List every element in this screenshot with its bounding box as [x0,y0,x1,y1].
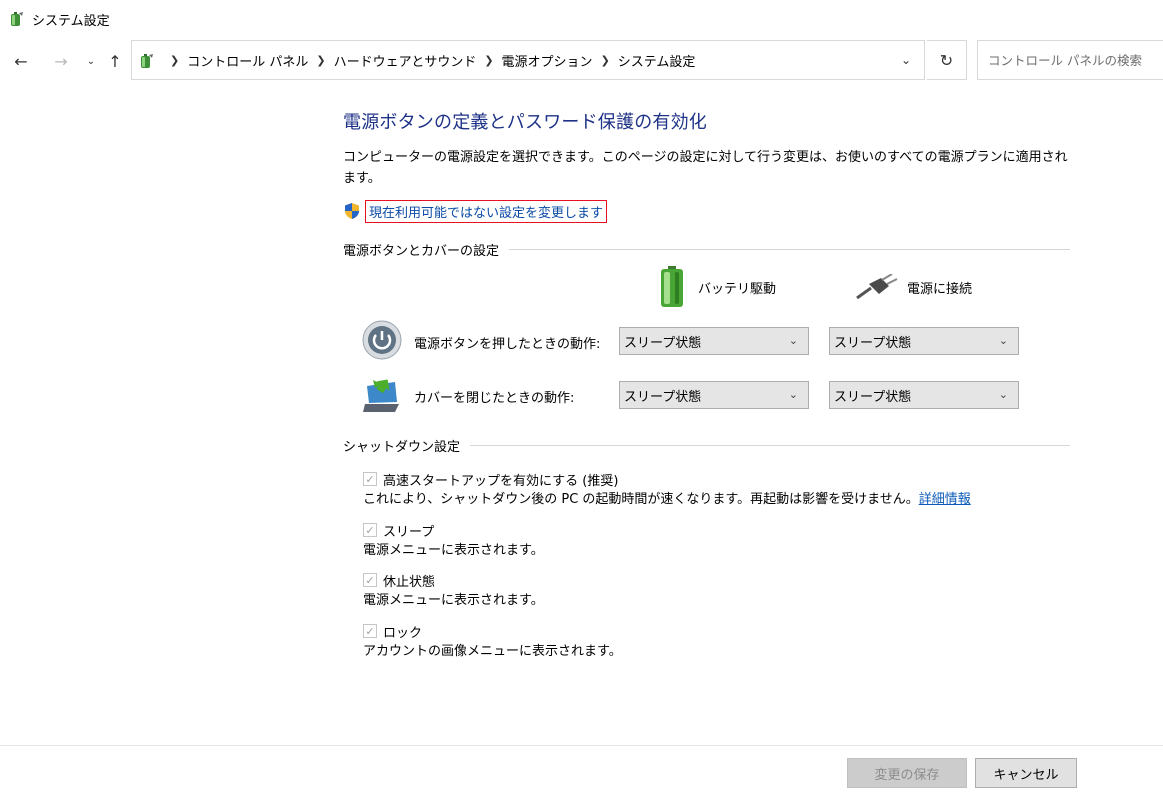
checkmark-icon: ✓ [365,472,375,486]
title-bar: システム設定 [0,0,1163,38]
checkmark-icon: ✓ [365,573,375,587]
battery-icon [661,266,683,307]
lid-close-action-label: カバーを閉じたときの動作: [414,391,575,406]
chevron-right-icon[interactable]: ❯ [601,54,610,67]
lock-option: ✓ ロック アカウントの画像メニューに表示されます。 [363,621,622,663]
select-value: スリープ状態 [624,389,702,405]
laptop-lid-icon [363,379,399,412]
hibernate-option: ✓ 休止状態 電源メニューに表示されます。 [363,570,544,612]
divider [509,249,1070,250]
select-value: スリープ状態 [624,335,702,351]
chevron-down-icon: ⌄ [998,388,1008,401]
sleep-option: ✓ スリープ 電源メニューに表示されます。 [363,520,544,562]
recent-locations-button[interactable]: ⌄ [80,50,102,72]
chevron-down-icon: ⌄ [86,55,96,67]
power-button-action-label: 電源ボタンを押したときの動作: [414,337,601,352]
fast-startup-option: ✓ 高速スタートアップを有効にする (推奨) これにより、シャットダウン後の P… [363,469,971,511]
power-options-icon [11,12,23,26]
breadcrumb-item[interactable]: ハードウェアとサウンド [334,51,477,70]
sleep-checkbox[interactable]: ✓ [363,523,377,537]
sleep-description: 電源メニューに表示されます。 [363,543,544,558]
power-lid-section-header: 電源ボタンとカバーの設定 [343,240,1070,259]
refresh-button[interactable]: ↻ [927,40,967,80]
battery-column-header: バッテリ駆動 [658,266,776,308]
description-text: これにより、シャットダウン後の PC の起動時間が速くなります。再起動は影響を受… [363,492,919,507]
uac-shield-icon [345,203,359,219]
sleep-label: スリープ [383,524,435,540]
fast-startup-checkbox[interactable]: ✓ [363,472,377,486]
chevron-right-icon[interactable]: ❯ [170,54,179,67]
fast-startup-description: これにより、シャットダウン後の PC の起動時間が速くなります。再起動は影響を受… [363,489,971,511]
chevron-down-icon: ⌄ [900,53,912,67]
power-button-battery-select[interactable]: スリープ状態 ⌄ [619,327,809,355]
plugged-column-label: 電源に接続 [907,281,973,297]
change-unavailable-settings-link[interactable]: 現在利用可能ではない設定を変更します [365,199,608,223]
window-title: システム設定 [32,14,110,29]
select-value: スリープ状態 [834,335,912,351]
breadcrumb-item[interactable]: 電源オプション [502,51,593,70]
power-options-icon [141,54,153,68]
main-content: 電源ボタンの定義とパスワード保護の有効化 コンピューターの電源設定を選択できます… [343,108,1073,659]
save-changes-button[interactable]: 変更の保存 [847,758,967,788]
chevron-right-icon[interactable]: ❯ [316,54,325,67]
hibernate-description: 電源メニューに表示されます。 [363,593,544,608]
fast-startup-label: 高速スタートアップを有効にする (推奨) [383,473,619,489]
chevron-down-icon: ⌄ [788,334,798,347]
up-button[interactable]: ↑ [104,50,126,72]
up-arrow-icon: ↑ [108,51,122,71]
breadcrumb-item[interactable]: システム設定 [618,51,696,70]
chevron-down-icon: ⌄ [788,388,798,401]
section-title: 電源ボタンとカバーの設定 [343,244,500,259]
hibernate-checkbox[interactable]: ✓ [363,573,377,587]
page-description: コンピューターの電源設定を選択できます。このページの設定に対して行う変更は、お使… [343,150,1068,186]
change-settings-row: 現在利用可能ではない設定を変更します [343,199,608,223]
page-title: 電源ボタンの定義とパスワード保護の有効化 [343,112,707,133]
lock-label: ロック [383,625,423,641]
breadcrumb: ❯ コントロール パネル ❯ ハードウェアとサウンド ❯ 電源オプション ❯ シ… [162,41,695,79]
footer-divider [0,745,1163,746]
learn-more-link[interactable]: 詳細情報 [919,492,971,507]
search-input[interactable] [978,41,1163,79]
checkmark-icon: ✓ [365,523,375,537]
chevron-right-icon[interactable]: ❯ [484,54,493,67]
address-bar[interactable]: ❯ コントロール パネル ❯ ハードウェアとサウンド ❯ 電源オプション ❯ シ… [131,40,925,80]
plugged-column-header: 電源に接続 [855,274,972,300]
refresh-icon: ↻ [939,50,954,70]
checkmark-icon: ✓ [365,624,375,638]
forward-arrow-icon: → [54,51,68,71]
address-row: ← → ⌄ ↑ ❯ コントロール パネル ❯ ハードウェアとサウンド ❯ 電源オ… [0,40,1163,82]
section-title: シャットダウン設定 [343,440,461,455]
select-value: スリープ状態 [834,389,912,405]
address-dropdown-button[interactable]: ⌄ [896,50,916,70]
battery-column-label: バッテリ駆動 [698,281,777,297]
power-button-plugged-select[interactable]: スリープ状態 ⌄ [829,327,1019,355]
power-plug-icon [856,274,898,300]
forward-button[interactable]: → [50,50,72,72]
hibernate-label: 休止状態 [383,574,436,590]
lid-close-plugged-select[interactable]: スリープ状態 ⌄ [829,381,1019,409]
divider [470,445,1070,446]
breadcrumb-item[interactable]: コントロール パネル [187,51,308,70]
lock-description: アカウントの画像メニューに表示されます。 [363,644,622,659]
chevron-down-icon: ⌄ [998,334,1008,347]
lid-close-battery-select[interactable]: スリープ状態 ⌄ [619,381,809,409]
shutdown-section-header: シャットダウン設定 [343,436,1070,455]
cancel-button[interactable]: キャンセル [975,758,1077,788]
search-box[interactable] [977,40,1163,80]
back-button[interactable]: ← [10,50,32,72]
lock-checkbox[interactable]: ✓ [363,624,377,638]
back-arrow-icon: ← [14,51,28,71]
power-button-icon [362,320,402,360]
